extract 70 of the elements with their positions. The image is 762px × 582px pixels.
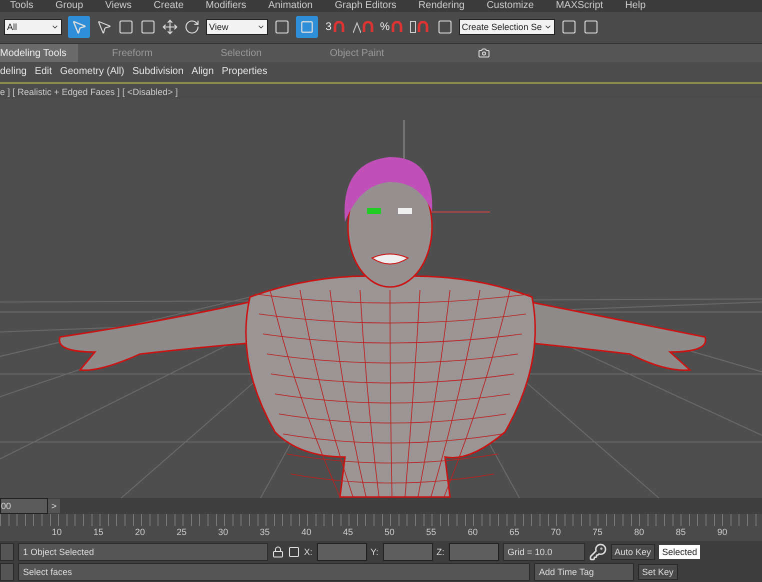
ribbon-panel-title[interactable]: Subdivision xyxy=(132,66,184,78)
move-icon[interactable] xyxy=(162,19,178,36)
menu-item[interactable]: Modifiers xyxy=(206,0,246,12)
grid-size: Grid = 10.0 xyxy=(502,542,585,561)
manipulate-button[interactable] xyxy=(296,16,318,38)
menu-item[interactable]: Create xyxy=(154,0,184,12)
x-coordinate-field[interactable] xyxy=(316,542,367,561)
magnet-icon xyxy=(362,21,374,34)
y-label: Y: xyxy=(370,546,379,557)
frame-number: 70 xyxy=(550,526,562,539)
rotate-icon[interactable] xyxy=(184,19,200,36)
select-by-name-icon[interactable] xyxy=(96,19,112,36)
menu-item[interactable]: MAXScript xyxy=(556,0,604,12)
ribbon-tab[interactable]: Modeling Tools xyxy=(0,44,78,62)
next-frame-button[interactable]: > xyxy=(48,499,60,514)
snap-toggle-button[interactable]: % xyxy=(380,16,403,38)
x-label: X: xyxy=(304,546,313,557)
lock-icon[interactable] xyxy=(272,546,284,558)
named-selection-dropdown[interactable]: Create Selection Se xyxy=(458,19,555,36)
magnet-icon xyxy=(390,21,403,34)
frame-number: 40 xyxy=(300,526,312,539)
menu-item[interactable]: Views xyxy=(105,0,132,12)
frame-number: 65 xyxy=(508,526,520,539)
menu-item[interactable]: Animation xyxy=(268,0,313,12)
add-time-tag-button[interactable]: Add Time Tag xyxy=(534,563,634,582)
frame-number: 30 xyxy=(217,526,230,539)
menu-item[interactable]: Rendering xyxy=(418,0,465,12)
frame-number: 85 xyxy=(674,526,687,539)
ribbon-panel-title[interactable]: Geometry (All) xyxy=(60,66,124,78)
frame-number: 55 xyxy=(425,526,438,539)
magnet-icon xyxy=(417,21,430,34)
viewport-label[interactable]: e ] [ Realistic + Edged Faces ] [ <Disabled> ] xyxy=(0,84,762,100)
snap-toggle-button[interactable]: 3 xyxy=(324,16,346,38)
z-label: Z: xyxy=(436,546,445,557)
menu-item[interactable]: Customize xyxy=(486,0,534,12)
y-coordinate-field[interactable] xyxy=(382,542,433,561)
selection-count: 1 Object Selected xyxy=(18,542,268,561)
frame-number: 15 xyxy=(92,526,104,539)
select-object-button[interactable] xyxy=(68,16,90,38)
frame-number: 45 xyxy=(342,526,354,539)
ribbon-panel-title[interactable]: deling xyxy=(0,66,27,78)
key-filter-dropdown[interactable]: Selected xyxy=(659,544,700,559)
menu-item[interactable]: Group xyxy=(55,0,84,12)
frame-number: 90 xyxy=(716,526,728,539)
spinner-icon xyxy=(410,21,416,34)
set-key-button[interactable]: Set Key xyxy=(638,564,678,580)
reference-coordinate-dropdown[interactable]: View xyxy=(206,19,268,36)
frame-number: 10 xyxy=(50,526,63,539)
selection-filter-dropdown[interactable]: All xyxy=(4,19,62,36)
ribbon-panel-title[interactable]: Align xyxy=(192,66,214,78)
auto-key-button[interactable]: Auto Key xyxy=(610,544,656,560)
z-coordinate-field[interactable] xyxy=(448,542,499,561)
cursor-icon xyxy=(71,19,87,36)
square-icon xyxy=(300,20,314,34)
ribbon-panel-title[interactable]: Edit xyxy=(34,66,52,78)
time-slider-thumb[interactable]: 00 xyxy=(0,498,48,514)
frame-number: 80 xyxy=(633,526,646,539)
frame-number: 75 xyxy=(592,526,604,539)
frame-number: 60 xyxy=(466,526,479,539)
frame-number: 25 xyxy=(176,526,188,539)
frame-number: 50 xyxy=(384,526,396,539)
frame-number: 20 xyxy=(134,526,146,539)
menu-item[interactable]: Graph Editors xyxy=(334,0,396,12)
ribbon-panel-title[interactable]: Properties xyxy=(222,66,268,78)
frame-number: 35 xyxy=(258,526,271,539)
menu-item[interactable]: Help xyxy=(625,0,646,12)
menu-item[interactable]: Tools xyxy=(10,0,34,12)
key-icon[interactable] xyxy=(588,542,607,561)
camera-icon[interactable] xyxy=(478,47,490,60)
magnet-icon xyxy=(332,21,345,34)
